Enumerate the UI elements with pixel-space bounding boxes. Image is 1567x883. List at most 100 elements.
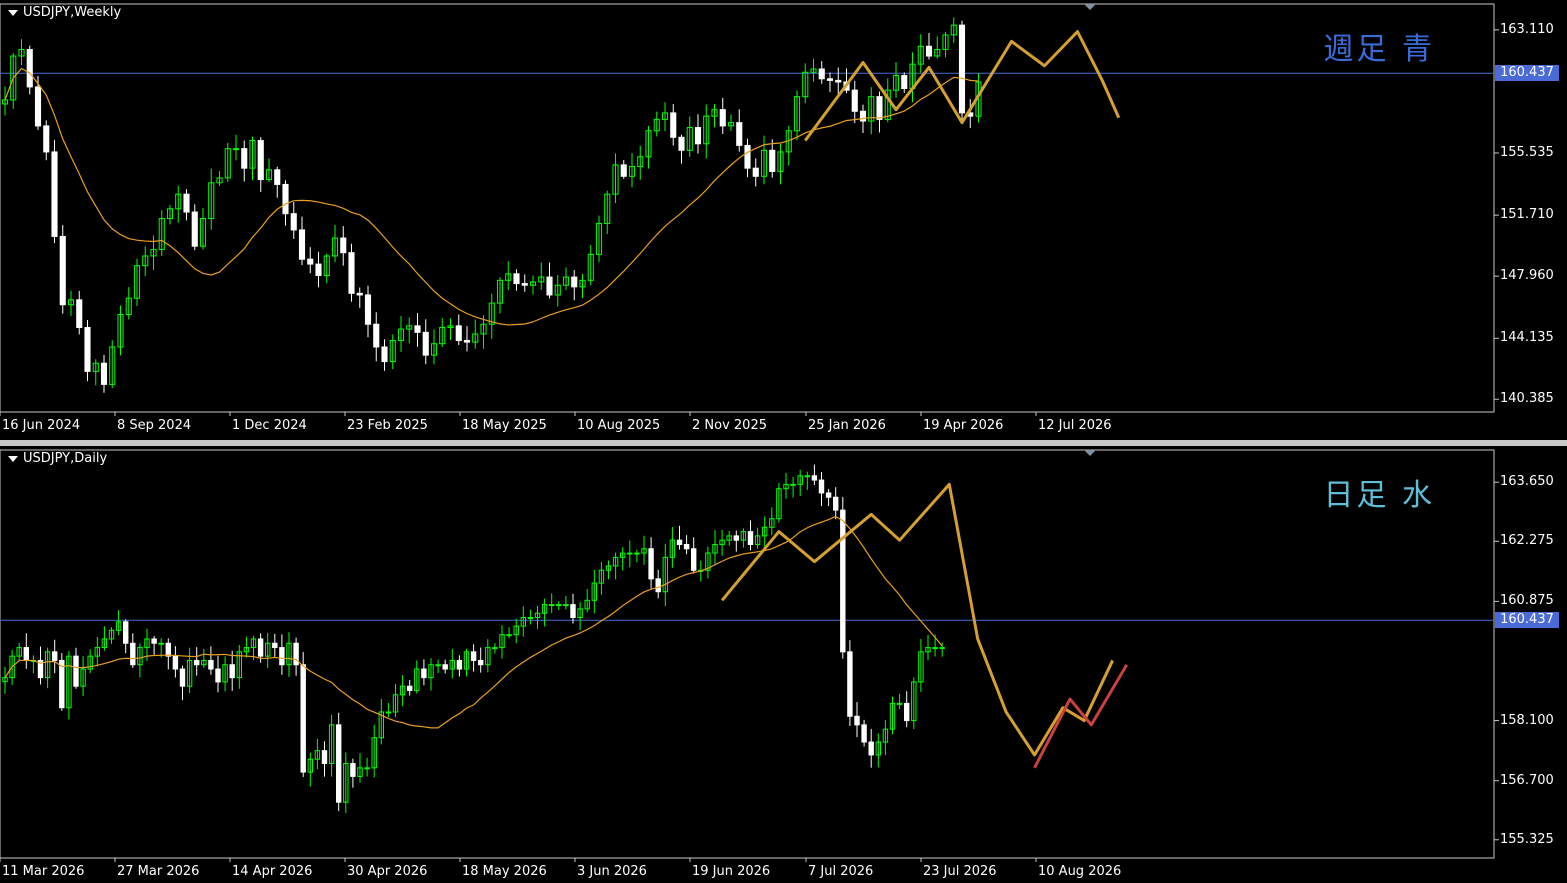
candle-body-down xyxy=(26,49,33,88)
weekly-symbol-header[interactable]: USDJPY,Weekly xyxy=(8,5,121,20)
candle-body-down xyxy=(43,125,50,153)
candle xyxy=(761,516,768,548)
candle xyxy=(505,261,512,290)
date-axis-label: 30 Apr 2026 xyxy=(347,864,428,879)
daily-symbol-header[interactable]: USDJPY,Daily xyxy=(8,451,107,466)
date-axis-label: 14 Apr 2026 xyxy=(232,864,313,879)
candle xyxy=(818,61,825,84)
candle xyxy=(492,643,498,654)
candle xyxy=(562,267,570,291)
candle xyxy=(191,204,198,251)
candle xyxy=(315,251,322,288)
candle xyxy=(612,153,619,204)
candle xyxy=(122,619,129,654)
candle-body-up xyxy=(932,647,938,650)
candle-body-down xyxy=(676,539,683,545)
candle xyxy=(726,530,732,546)
candle xyxy=(364,757,370,777)
candle xyxy=(598,561,605,595)
date-axis-label: 25 Jan 2026 xyxy=(808,418,886,433)
candle xyxy=(554,274,561,307)
candle-body-down xyxy=(373,323,380,348)
candle xyxy=(875,733,882,768)
moving-average-line xyxy=(4,67,979,326)
candle-body-down xyxy=(655,578,661,593)
candle xyxy=(690,537,697,574)
candle xyxy=(901,72,908,93)
candle xyxy=(241,140,248,182)
candle-body-down xyxy=(59,235,66,306)
candle-body-down xyxy=(229,664,235,679)
daily-annotation-text: 日足 水 xyxy=(1323,478,1435,513)
candle xyxy=(790,476,796,498)
date-axis-label: 18 May 2026 xyxy=(462,864,547,879)
candle xyxy=(769,139,776,178)
candle-body-down xyxy=(670,112,677,138)
chart-shift-marker-icon xyxy=(1084,4,1096,10)
candle xyxy=(232,134,240,161)
candle-body-down xyxy=(442,664,448,670)
candle xyxy=(777,143,784,185)
candle xyxy=(151,635,157,655)
candle xyxy=(414,660,420,694)
candle xyxy=(851,80,858,124)
candle xyxy=(744,138,751,178)
candle xyxy=(628,153,636,188)
candle xyxy=(477,647,484,673)
candle xyxy=(108,627,115,644)
weekly-chart-panel[interactable]: USDJPY,Weekly 週足 青 163.110 155.535 151.710… xyxy=(0,0,1567,440)
candle xyxy=(760,135,768,185)
candle-body-down xyxy=(620,164,627,177)
candle xyxy=(272,633,278,657)
price-axis-label: 155.325 xyxy=(1500,831,1554,847)
candle xyxy=(662,543,669,607)
candle-body-down xyxy=(381,346,388,363)
candle xyxy=(356,287,363,308)
candle xyxy=(802,63,809,104)
candle xyxy=(577,601,583,631)
price-axis-label: 163.650 xyxy=(1500,474,1554,490)
candle-body-down xyxy=(811,475,818,481)
moving-average-line xyxy=(4,515,943,729)
candle xyxy=(548,593,555,613)
candle xyxy=(661,102,669,132)
current-price-label: 160.437 xyxy=(1495,65,1559,82)
candle xyxy=(513,269,520,291)
candle xyxy=(298,216,306,266)
candle xyxy=(825,488,832,506)
candle-body-down xyxy=(421,668,427,679)
candle-body-down xyxy=(470,651,477,661)
dropdown-triangle-icon[interactable] xyxy=(8,9,18,16)
candle xyxy=(290,202,297,239)
candle xyxy=(676,525,683,550)
candle xyxy=(456,655,463,677)
plot-frame xyxy=(0,3,1495,413)
candle xyxy=(463,648,470,677)
candle xyxy=(199,208,207,250)
candle-body-down xyxy=(752,167,759,177)
candle-body-down xyxy=(455,325,462,341)
date-axis-label: 10 Aug 2026 xyxy=(1038,864,1122,879)
price-axis-label: 144.135 xyxy=(1500,330,1554,346)
candle xyxy=(579,273,586,299)
candle-body-down xyxy=(958,24,966,114)
date-axis-label: 16 Jun 2024 xyxy=(2,418,81,433)
candle-body-down xyxy=(282,183,289,215)
candle xyxy=(165,638,172,670)
candle-body-down xyxy=(34,86,42,127)
candle xyxy=(534,605,541,629)
candle-body-down xyxy=(241,148,248,169)
candle xyxy=(861,719,867,747)
dropdown-triangle-icon[interactable] xyxy=(8,455,18,462)
candle xyxy=(279,634,285,675)
candle xyxy=(257,137,264,192)
candle xyxy=(541,598,548,627)
weekly-annotation-text: 週足 青 xyxy=(1323,32,1435,67)
daily-chart-panel[interactable]: USDJPY,Daily 日足 水 163.650 162.275 160.875 1… xyxy=(0,446,1567,883)
candle xyxy=(115,610,122,636)
candle xyxy=(783,472,789,499)
candle-body-down xyxy=(414,325,421,333)
candle xyxy=(950,17,957,43)
candle xyxy=(925,32,933,60)
candle xyxy=(571,270,578,301)
